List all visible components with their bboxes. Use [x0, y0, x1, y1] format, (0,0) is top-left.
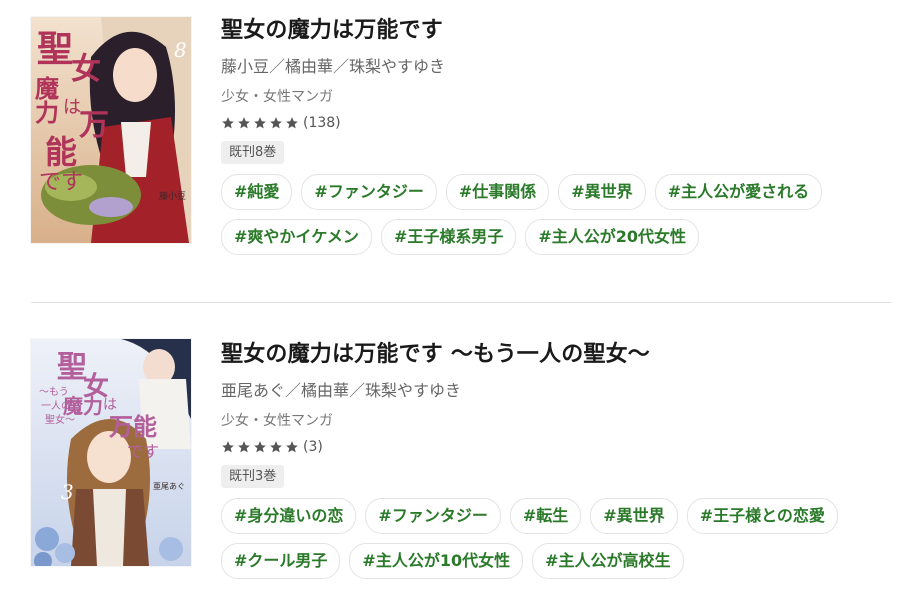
svg-text:3: 3	[61, 480, 74, 504]
manga-authors[interactable]: 藤小豆／橘由華／珠梨やすゆき	[221, 56, 881, 78]
manga-results-list: 聖 女 魔 力 は 万 能 です 8 藤小豆 聖女の魔力は万能です 藤小豆／橘由…	[0, 0, 907, 608]
star-icon	[254, 117, 266, 129]
svg-text:女: 女	[71, 52, 101, 87]
svg-text:万: 万	[79, 108, 109, 143]
svg-text:藤小豆: 藤小豆	[159, 190, 186, 202]
tag-chip[interactable]: #ファンタジー	[365, 498, 501, 534]
svg-text:～もう: ～もう	[39, 386, 69, 398]
book-cover-image[interactable]: 聖 女 魔力 は 万能 です ～もう 一人の 聖女～ 3 亜尾あぐ	[31, 339, 191, 566]
star-icon	[270, 117, 282, 129]
star-icon	[222, 117, 234, 129]
rating-stars	[221, 440, 299, 454]
tag-list: #純愛 #ファンタジー #仕事関係 #異世界 #主人公が愛される #爽やかイケメ…	[221, 174, 881, 255]
svg-text:一人の: 一人の	[41, 400, 71, 412]
tag-chip[interactable]: #ファンタジー	[301, 174, 437, 210]
tag-chip[interactable]: #主人公が10代女性	[349, 543, 524, 579]
tag-chip[interactable]: #異世界	[558, 174, 646, 210]
rating-stars	[221, 116, 299, 130]
rating: (3)	[221, 437, 881, 457]
tag-chip[interactable]: #主人公が愛される	[654, 174, 823, 210]
tag-chip[interactable]: #主人公が高校生	[532, 543, 684, 579]
svg-text:聖女～: 聖女～	[45, 413, 75, 426]
tag-chip[interactable]: #王子様との恋愛	[686, 498, 838, 534]
item-divider	[31, 302, 891, 303]
manga-genre[interactable]: 少女・女性マンガ	[221, 87, 881, 107]
tag-list: #身分違いの恋 #ファンタジー #転生 #異世界 #王子様との恋愛 #クール男子…	[221, 498, 881, 579]
star-icon	[238, 441, 250, 453]
svg-text:力: 力	[35, 98, 59, 127]
svg-text:です: です	[39, 170, 83, 195]
tag-chip[interactable]: #純愛	[221, 174, 293, 210]
star-icon	[286, 441, 298, 453]
tag-chip[interactable]: #異世界	[590, 498, 678, 534]
book-cover-image[interactable]: 聖 女 魔 力 は 万 能 です 8 藤小豆	[31, 17, 191, 243]
svg-text:万能: 万能	[109, 412, 157, 441]
star-icon	[286, 117, 298, 129]
star-icon	[270, 441, 282, 453]
svg-text:8: 8	[174, 38, 187, 62]
manga-info: 聖女の魔力は万能です ～もう一人の聖女～ 亜尾あぐ／橘由華／珠梨やすゆき 少女・…	[221, 340, 881, 579]
svg-text:は: は	[103, 397, 117, 413]
tag-chip[interactable]: #主人公が20代女性	[525, 219, 700, 255]
manga-genre[interactable]: 少女・女性マンガ	[221, 411, 881, 431]
manga-info: 聖女の魔力は万能です 藤小豆／橘由華／珠梨やすゆき 少女・女性マンガ (138)…	[221, 16, 881, 255]
tag-chip[interactable]: #王子様系男子	[380, 219, 517, 255]
cover-illustration: 聖 女 魔力 は 万能 です ～もう 一人の 聖女～ 3 亜尾あぐ	[31, 339, 191, 566]
tag-chip[interactable]: #身分違いの恋	[221, 498, 357, 534]
manga-title[interactable]: 聖女の魔力は万能です	[221, 16, 881, 46]
svg-text:です: です	[127, 442, 159, 461]
manga-title[interactable]: 聖女の魔力は万能です ～もう一人の聖女～	[221, 340, 881, 370]
cover-illustration: 聖 女 魔 力 は 万 能 です 8 藤小豆	[31, 17, 191, 243]
volume-badge: 既刊3巻	[221, 465, 285, 488]
rating-count: (3)	[303, 439, 323, 455]
svg-text:能: 能	[45, 133, 77, 171]
tag-chip[interactable]: #転生	[509, 498, 582, 534]
svg-text:亜尾あぐ: 亜尾あぐ	[153, 482, 185, 491]
tag-chip[interactable]: #クール男子	[221, 543, 341, 579]
rating: (138)	[221, 113, 881, 133]
star-icon	[222, 441, 234, 453]
tag-chip[interactable]: #仕事関係	[445, 174, 550, 210]
star-icon	[238, 117, 250, 129]
manga-authors[interactable]: 亜尾あぐ／橘由華／珠梨やすゆき	[221, 380, 881, 402]
tag-chip[interactable]: #爽やかイケメン	[221, 219, 372, 255]
rating-count: (138)	[303, 115, 341, 131]
volume-badge: 既刊8巻	[221, 141, 285, 164]
svg-text:聖: 聖	[37, 28, 73, 70]
star-icon	[254, 441, 266, 453]
